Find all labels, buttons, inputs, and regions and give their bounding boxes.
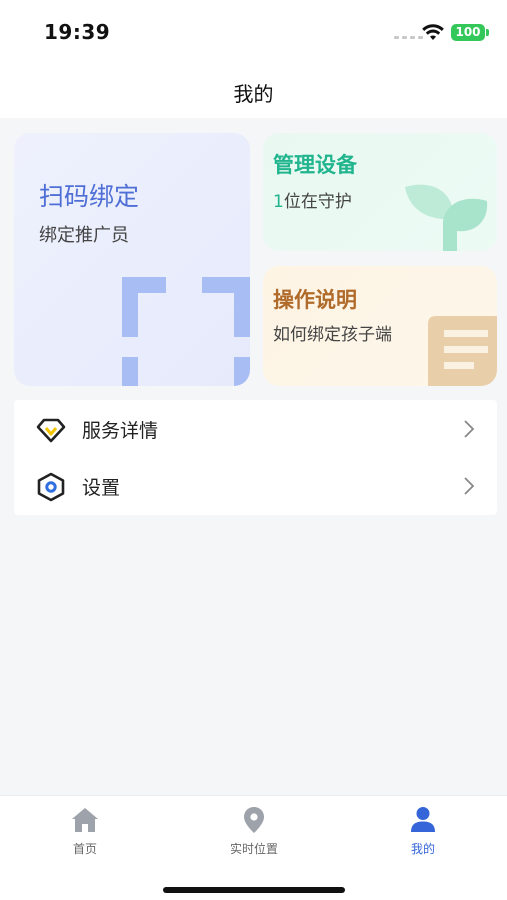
menu-item-label: 服务详情 — [82, 420, 159, 442]
tab-mine[interactable]: 我的 — [373, 806, 473, 857]
menu-list: 服务详情 设置 — [14, 400, 497, 515]
home-indicator — [163, 887, 345, 893]
location-pin-icon — [244, 807, 264, 833]
cellular-signal-icon — [394, 36, 423, 39]
page-title: 我的 — [233, 82, 274, 106]
document-icon — [428, 316, 497, 386]
tab-label: 我的 — [410, 842, 435, 856]
tab-bar: 首页 实时位置 我的 — [0, 795, 507, 900]
scan-frame-icon — [122, 277, 250, 386]
manage-device-card[interactable]: 管理设备 1位在守护 — [263, 133, 497, 251]
scan-bind-title: 扫码绑定 — [39, 182, 140, 211]
leaf-icon — [405, 184, 488, 251]
scan-bind-card[interactable]: 扫码绑定 绑定推广员 — [14, 133, 250, 386]
guardian-count-suffix: 位在守护 — [283, 192, 352, 212]
status-bar: 19:39 100 — [0, 0, 507, 64]
manage-device-subtitle: 1位在守护 — [273, 187, 352, 212]
user-icon — [411, 807, 435, 832]
hexagon-settings-icon — [37, 472, 65, 502]
tab-label: 首页 — [72, 842, 97, 856]
instructions-subtitle: 如何绑定孩子端 — [273, 325, 392, 345]
chevron-right-icon — [464, 420, 475, 438]
tab-location[interactable]: 实时位置 — [204, 806, 304, 857]
tab-home[interactable]: 首页 — [35, 806, 135, 857]
scan-bind-subtitle: 绑定推广员 — [39, 225, 129, 246]
instructions-title: 操作说明 — [273, 288, 357, 312]
status-time: 19:39 — [44, 20, 111, 44]
diamond-icon — [36, 418, 66, 443]
menu-item-settings[interactable]: 设置 — [14, 457, 497, 514]
manage-device-title: 管理设备 — [273, 153, 357, 177]
guardian-count: 1 — [273, 192, 284, 212]
menu-item-label: 设置 — [82, 477, 121, 499]
menu-item-service-details[interactable]: 服务详情 — [14, 400, 497, 457]
wifi-icon — [422, 24, 444, 40]
nav-bar: 我的 — [0, 64, 507, 118]
instructions-card[interactable]: 操作说明 如何绑定孩子端 — [263, 266, 497, 386]
tab-label: 实时位置 — [229, 842, 278, 856]
battery-icon: 100 — [451, 24, 489, 41]
chevron-right-icon — [464, 477, 475, 495]
home-icon — [72, 808, 98, 832]
